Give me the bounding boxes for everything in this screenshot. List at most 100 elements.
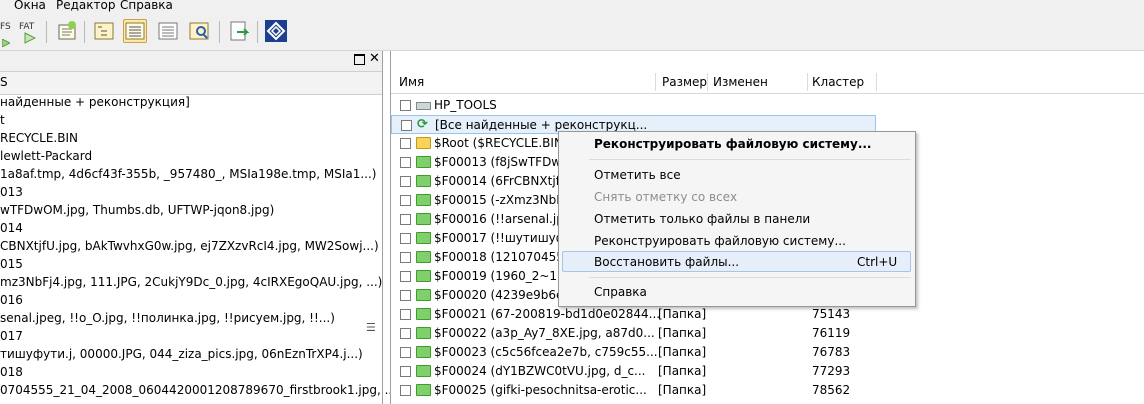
row-checkbox[interactable] (400, 328, 411, 339)
menu-item-help[interactable]: Справка (594, 285, 647, 299)
context-menu: Реконструировать файловую систему... Отм… (558, 131, 916, 307)
tree-item[interactable]: 0704555_21_04_2008_0604420001208789670_f… (0, 381, 401, 399)
file-row[interactable]: $F00025 (gifki-pesochnitsa-erotic... [Пап… (391, 381, 876, 400)
tree-item[interactable]: CBNXtjfU.jpg, bAkTwvhxG0w.jpg, ej7ZXzvRc… (0, 237, 379, 255)
menu-item-uncheck-all[interactable]: Снять отметку со всех (594, 190, 737, 204)
menu-bar: Окна Редактор Справка (0, 0, 1144, 14)
fat-play-icon[interactable] (24, 32, 37, 44)
row-checkbox[interactable] (400, 214, 411, 225)
program-logo-icon[interactable] (264, 19, 288, 43)
row-checkbox[interactable] (400, 157, 411, 168)
drive-icon (416, 102, 431, 110)
file-name: $F00022 (a3p_Ay7_8XE.jpg, a87d0... (434, 326, 655, 340)
menu-help[interactable]: Справка (120, 0, 173, 12)
file-size: [Папка] (658, 364, 707, 378)
close-panel-icon[interactable]: ✕ (369, 51, 380, 66)
tree-item[interactable]: t (0, 111, 5, 129)
file-cluster: 76783 (812, 345, 851, 359)
file-cluster: 77293 (812, 364, 851, 378)
tree-item[interactable]: lewlett-Packard (0, 147, 92, 165)
menu-item-check-files-only[interactable]: Отметить только файлы в панели (594, 212, 810, 226)
folder-icon (416, 156, 431, 168)
tree-item[interactable]: 016 (0, 291, 23, 309)
menu-item-restore-files[interactable]: Восстановить файлы... (594, 255, 739, 269)
file-row[interactable]: $F00023 (c5c56fcea2e7b, c759c55... [Папка… (391, 343, 876, 362)
menu-editor[interactable]: Редактор (56, 0, 115, 12)
file-row[interactable]: $F00024 (dY1BZWC0tVU.jpg, d_c... [Папка] 7… (391, 362, 876, 381)
folder-icon (416, 194, 431, 206)
tree-item[interactable]: найденные + реконструкция] (0, 93, 190, 111)
file-cluster: 76119 (812, 326, 851, 340)
details-view-icon[interactable] (156, 19, 180, 43)
file-list-header: Имя Размер Изменен Кластер (391, 71, 1144, 94)
folder-icon (416, 270, 431, 282)
column-header: S (0, 71, 382, 95)
column-divider[interactable] (707, 73, 708, 91)
tree-item[interactable]: mz3NbFj4.jpg, 111.JPG, 2CukjY9Dc_0.jpg, … (0, 273, 382, 291)
row-checkbox[interactable] (400, 309, 411, 320)
column-divider[interactable] (876, 73, 877, 91)
row-checkbox[interactable] (400, 271, 411, 282)
tree-item[interactable]: senal.jpeg, !!o_O.jpg, !!полинка.jpg, !!… (0, 309, 335, 327)
folder-icon (416, 251, 431, 263)
tree-item[interactable]: 017 (0, 327, 23, 345)
menu-item-reconstruct[interactable]: Реконструировать файловую систему... (594, 234, 846, 248)
file-row[interactable]: $F00021 (67-200819-bd1d0e02844... [Папка]… (391, 305, 876, 324)
row-checkbox[interactable] (400, 290, 411, 301)
file-cluster: 78562 (812, 383, 851, 397)
tree-item[interactable]: тишуфути.j, 00000.JPG, 044_ziza_pics.jpg… (0, 345, 363, 363)
row-checkbox[interactable] (400, 366, 411, 377)
column-divider[interactable] (807, 73, 808, 91)
menu-item-check-all[interactable]: Отметить все (594, 168, 681, 182)
row-checkbox[interactable] (400, 347, 411, 358)
tree-item[interactable]: 018 (0, 363, 23, 381)
row-checkbox[interactable] (400, 176, 411, 187)
file-row[interactable]: HP_TOOLS (391, 96, 876, 115)
folder-icon (416, 308, 431, 320)
row-checkbox[interactable] (400, 195, 411, 206)
column-size-header[interactable]: Размер (662, 75, 707, 89)
tree-item[interactable]: RECYCLE.BIN (0, 129, 78, 147)
folder-icon (416, 327, 431, 339)
toolbar-separator (46, 21, 47, 43)
row-checkbox[interactable] (400, 252, 411, 263)
row-checkbox[interactable] (401, 120, 412, 131)
file-name: $F00024 (dY1BZWC0tVU.jpg, d_c... (434, 364, 646, 378)
fs-play-icon[interactable] (1, 36, 12, 48)
tree-view-icon[interactable] (92, 19, 116, 43)
tree-item[interactable]: 013 (0, 183, 23, 201)
fs-label: FS (0, 22, 11, 32)
file-size: [Папка] (658, 326, 707, 340)
column-modified-header[interactable]: Изменен (713, 75, 768, 89)
row-checkbox[interactable] (400, 138, 411, 149)
column-divider[interactable] (655, 73, 656, 91)
menu-windows[interactable]: Окна (14, 0, 46, 12)
recover-icon[interactable] (227, 19, 251, 43)
tree-item[interactable]: wTFDwOM.jpg, Thumbs.db, UFTWP-jqon8.jpg) (0, 201, 274, 219)
tree-item[interactable]: 1a8af.tmp, 4d6cf43f-355b, _957480_, MSIa… (0, 165, 376, 183)
maximize-panel-icon[interactable] (354, 54, 365, 65)
file-name: $F00025 (gifki-pesochnitsa-erotic... (434, 383, 647, 397)
new-scan-icon[interactable] (55, 19, 79, 43)
column-name[interactable]: S (0, 75, 8, 89)
file-size: [Папка] (658, 345, 707, 359)
folder-icon (416, 384, 431, 396)
locked-folder-icon (416, 137, 431, 149)
file-name: $F00023 (c5c56fcea2e7b, c759c55... (434, 345, 658, 359)
column-cluster-header[interactable]: Кластер (812, 75, 864, 89)
tree-item[interactable]: 015 (0, 255, 23, 273)
row-checkbox[interactable] (400, 385, 411, 396)
row-checkbox[interactable] (400, 100, 411, 111)
splitter-grip-icon[interactable]: ☰ (366, 321, 376, 334)
column-name-header[interactable]: Имя (399, 75, 424, 89)
tree-item[interactable]: 014 (0, 219, 23, 237)
menu-item-reconstruct-bold[interactable]: Реконструировать файловую систему... (594, 137, 872, 151)
row-checkbox[interactable] (400, 233, 411, 244)
panel-header: ✕ (0, 51, 382, 71)
file-row[interactable]: $F00022 (a3p_Ay7_8XE.jpg, a87d0... [Папка… (391, 324, 876, 343)
preview-icon[interactable] (187, 19, 211, 43)
file-size: [Папка] (658, 307, 707, 321)
folder-icon (416, 365, 431, 377)
list-view-icon[interactable] (123, 19, 147, 43)
folder-icon (416, 289, 431, 301)
